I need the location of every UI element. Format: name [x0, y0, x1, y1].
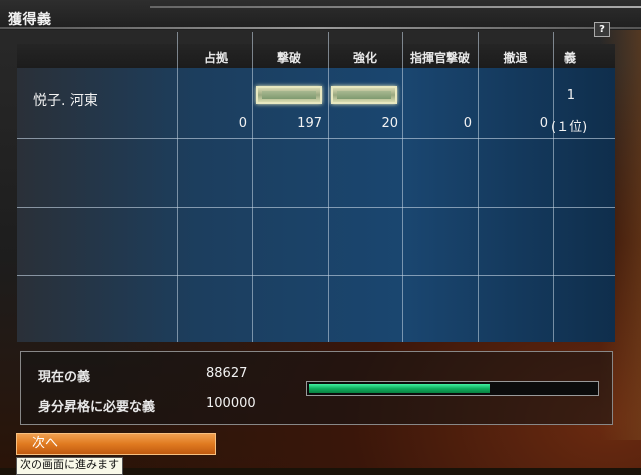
- current-gi-value: 88627: [206, 366, 248, 381]
- defeat-value: 197: [297, 116, 322, 131]
- row-divider: [17, 275, 615, 276]
- column-header-occupy: 占拠: [203, 51, 228, 65]
- required-gi-label: 身分昇格に必要な義: [38, 400, 156, 415]
- required-gi-value: 100000: [206, 396, 256, 411]
- rank-text: (１位): [551, 120, 588, 135]
- result-table: 占拠 撃破 強化 指揮官撃破 撤退 義 悦子. 河東 1 0 197 20 0 …: [17, 32, 615, 342]
- title-decoration: [150, 6, 641, 8]
- rank-progress-fill: [309, 384, 490, 393]
- column-divider: [252, 32, 253, 342]
- player-name: 悦子. 河東: [33, 93, 98, 109]
- reinforce-highlight-bar: [331, 86, 397, 104]
- title-bar: 獲得義: [0, 0, 641, 30]
- column-header-defeat: 撃破: [276, 51, 301, 65]
- column-divider: [553, 32, 554, 342]
- column-divider: [328, 32, 329, 342]
- occupy-value: 0: [238, 116, 247, 131]
- table-header: 占拠 撃破 強化 指揮官撃破 撤退 義: [17, 44, 615, 68]
- next-button[interactable]: 次へ: [16, 433, 216, 455]
- title-underline: [0, 27, 641, 29]
- defeat-highlight-bar: [256, 86, 322, 104]
- status-panel: 現在の義 88627 身分昇格に必要な義 100000: [20, 351, 613, 425]
- column-header-commander-defeat: 指揮官撃破: [409, 51, 470, 65]
- retreat-value: 0: [539, 116, 548, 131]
- row-divider: [17, 207, 615, 208]
- column-header-gi: 義: [563, 51, 576, 65]
- row-divider: [17, 138, 615, 139]
- next-tooltip: 次の画面に進みます: [16, 457, 123, 475]
- column-divider: [478, 32, 479, 342]
- column-header-retreat: 撤退: [503, 51, 528, 65]
- column-divider: [402, 32, 403, 342]
- commander-defeat-value: 0: [463, 116, 472, 131]
- window-title: 獲得義: [8, 12, 52, 28]
- reinforce-value: 20: [381, 116, 398, 131]
- current-gi-label: 現在の義: [38, 370, 91, 385]
- help-icon[interactable]: ?: [594, 22, 610, 37]
- reinforce-highlight-fill: [337, 91, 391, 99]
- gi-value: 1: [566, 88, 575, 103]
- rank-progress-gauge: [306, 381, 599, 396]
- defeat-highlight-fill: [262, 91, 316, 99]
- column-header-reinforce: 強化: [352, 51, 377, 65]
- column-divider: [177, 32, 178, 342]
